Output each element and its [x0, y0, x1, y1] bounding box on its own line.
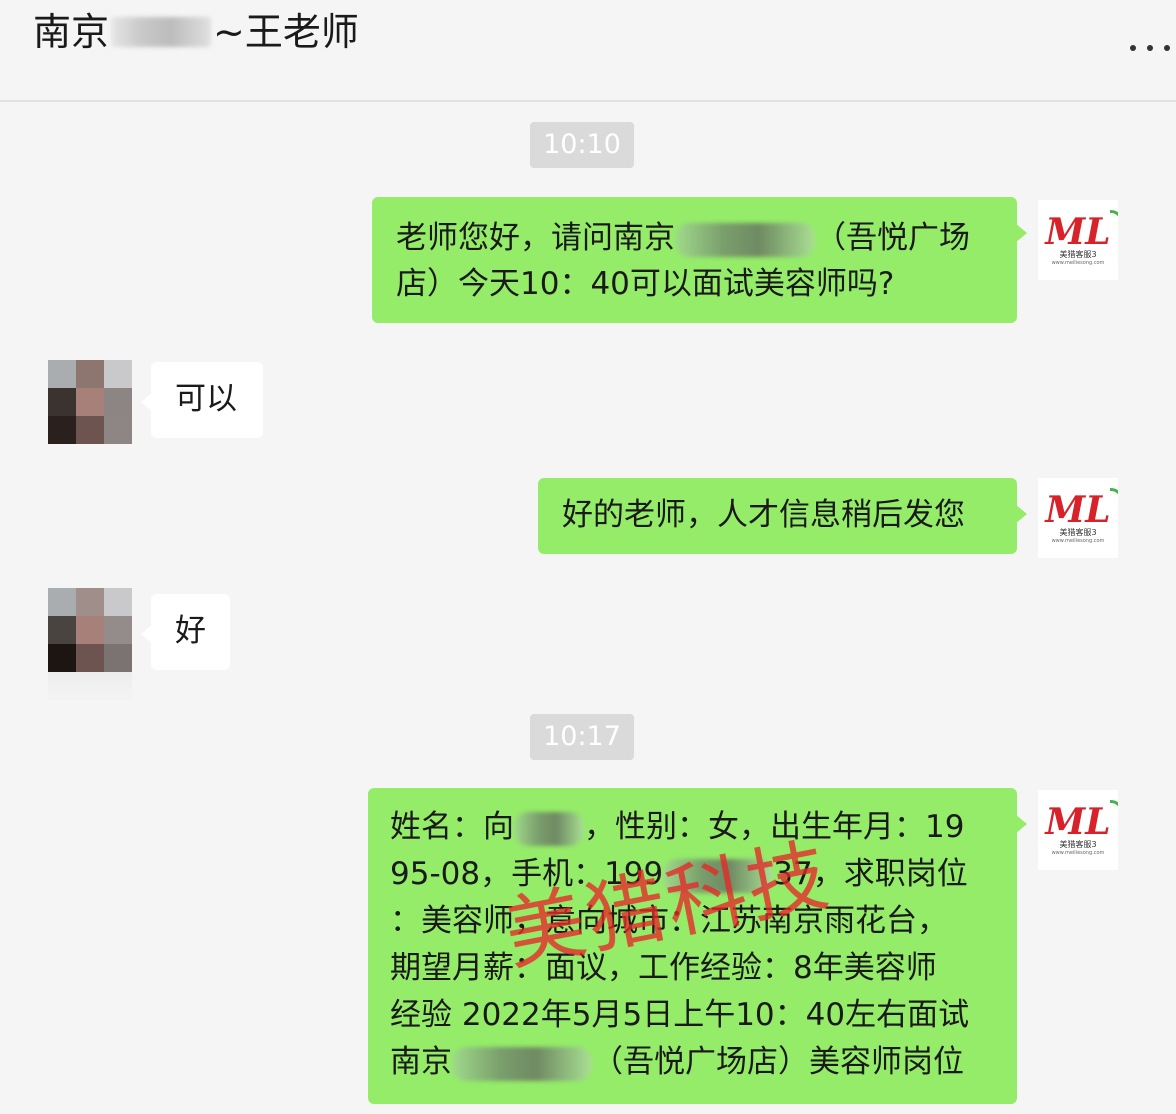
logo-icon: ML [1045, 209, 1118, 250]
message-bubble-outgoing[interactable]: 老师您好，请问南京 （吾悦广场 店）今天10：40可以面试美容师吗? [372, 197, 1027, 323]
message-bubble-outgoing[interactable]: 好的老师，人才信息稍后发您 [538, 478, 1027, 554]
contact-avatar[interactable] [48, 588, 132, 672]
avatar-shadow [48, 672, 132, 700]
chat-title-prefix: 南京 [33, 10, 110, 54]
self-avatar[interactable]: ML 美猎客服3 www.meiliesong.com [1038, 478, 1118, 558]
logo-icon: ML [1045, 487, 1118, 528]
chat-title-suffix: ~王老师 [213, 10, 359, 54]
redacted-name-blur [111, 17, 212, 47]
redacted-text-blur [514, 811, 584, 846]
chat-header: 南京 ~王老师 [0, 0, 1176, 102]
message-bubble-incoming[interactable]: 好 [141, 594, 230, 670]
message-bubble-incoming[interactable]: 可以 [141, 362, 263, 438]
self-avatar[interactable]: ML 美猎客服3 www.meiliesong.com [1038, 790, 1118, 870]
self-avatar[interactable]: ML 美猎客服3 www.meiliesong.com [1038, 200, 1118, 280]
contact-avatar[interactable] [48, 360, 132, 444]
redacted-text-blur [675, 222, 815, 257]
logo-icon: ML [1045, 799, 1118, 840]
chat-title: 南京 ~王老师 [33, 6, 359, 58]
timestamp: 10:10 [530, 122, 634, 168]
more-horizontal-icon [1130, 45, 1136, 51]
more-options-button[interactable] [1130, 36, 1170, 60]
timestamp: 10:17 [530, 714, 634, 760]
redacted-text-blur [452, 1046, 592, 1081]
